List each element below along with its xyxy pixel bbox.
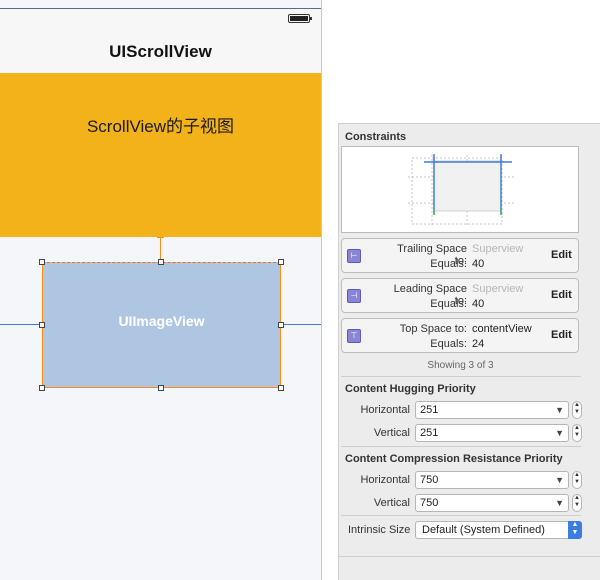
nav-title: UIScrollView [109, 42, 212, 61]
separator [341, 446, 581, 447]
resize-handle-top-right[interactable] [278, 259, 284, 265]
hugging-vertical-dropdown[interactable]: 251 ▼ [415, 424, 569, 442]
constraint-row-leading[interactable]: ⊣ Leading Space to: Superview Equals: 40… [341, 278, 579, 313]
image-view-label: UIImageView [118, 313, 205, 329]
constraint-value: 24 [472, 338, 485, 350]
resize-handle-top[interactable] [158, 259, 164, 265]
chevron-down-icon: ▼ [555, 498, 564, 508]
top-space-constraint-line[interactable] [160, 237, 161, 261]
constraint-row-trailing[interactable]: ⊢ Trailing Space to: Superview Equals: 4… [341, 238, 579, 273]
constraint-target: contentView [472, 323, 532, 335]
dropdown-value: 251 [420, 404, 439, 416]
constraint-equals-label: Equals: [430, 338, 467, 350]
popup-arrows-icon: ▲ ▼ [568, 521, 582, 539]
resize-handle-bottom[interactable] [158, 385, 164, 391]
dropdown-value: 750 [420, 474, 439, 486]
constraint-target: Superview [472, 283, 524, 295]
constraint-value: 40 [472, 298, 485, 310]
hugging-vertical-stepper[interactable]: ▲ ▼ [572, 424, 582, 442]
compression-vertical-label: Vertical [373, 497, 410, 509]
separator [341, 376, 581, 377]
resize-handle-top-left[interactable] [39, 259, 45, 265]
top-space-constraint-cap [157, 237, 164, 238]
content-subview[interactable] [0, 73, 321, 237]
separator [341, 515, 581, 516]
constraint-label: Top Space to: [399, 323, 467, 335]
leading-constraint-icon: ⊣ [347, 289, 361, 303]
hugging-vertical-label: Vertical [373, 427, 410, 439]
compression-section-title: Content Compression Resistance Priority [345, 453, 563, 465]
compression-vertical-stepper[interactable]: ▲ ▼ [572, 494, 582, 512]
chevron-down-icon: ▼ [555, 428, 564, 438]
constraint-row-top[interactable]: ⊤ Top Space to: contentView Equals: 24 E… [341, 318, 579, 353]
compression-horizontal-label: Horizontal [360, 474, 410, 486]
compression-vertical-dropdown[interactable]: 750 ▼ [415, 494, 569, 512]
dropdown-value: 251 [420, 427, 439, 439]
constraints-section-title: Constraints [345, 131, 407, 143]
battery-icon [288, 14, 312, 23]
resize-handle-right[interactable] [278, 322, 284, 328]
hugging-section-title: Content Hugging Priority [345, 383, 476, 395]
constraint-diagram-graphic [408, 154, 514, 227]
resize-handle-left[interactable] [39, 322, 45, 328]
hugging-horizontal-dropdown[interactable]: 251 ▼ [415, 401, 569, 419]
chevron-down-icon: ▼ [555, 475, 564, 485]
hugging-horizontal-stepper[interactable]: ▲ ▼ [572, 401, 582, 419]
intrinsic-size-label: Intrinsic Size [348, 524, 411, 536]
intrinsic-size-popup[interactable]: Default (System Defined) ▲ ▼ [415, 521, 582, 539]
intrinsic-size-value: Default (System Defined) [422, 524, 545, 536]
hugging-horizontal-label: Horizontal [360, 404, 410, 416]
constraint-diagram [341, 146, 579, 233]
constraint-equals-label: Equals: [430, 258, 467, 270]
resize-handle-bottom-right[interactable] [278, 385, 284, 391]
showing-count: Showing 3 of 3 [427, 360, 494, 371]
inspector-top-border [338, 123, 600, 124]
resize-handle-bottom-left[interactable] [39, 385, 45, 391]
content-subview-label: ScrollView的子视图 [86, 117, 235, 136]
compression-horizontal-dropdown[interactable]: 750 ▼ [415, 471, 569, 489]
dropdown-value: 750 [420, 497, 439, 509]
compression-horizontal-stepper[interactable]: ▲ ▼ [572, 471, 582, 489]
leading-constraint-line[interactable] [0, 324, 42, 325]
edit-button[interactable]: Edit [551, 329, 572, 341]
top-constraint-icon: ⊤ [347, 329, 361, 343]
edit-button[interactable]: Edit [551, 289, 572, 301]
constraint-value: 40 [472, 258, 485, 270]
constraint-equals-label: Equals: [430, 298, 467, 310]
chevron-down-icon: ▼ [555, 405, 564, 415]
edit-button[interactable]: Edit [551, 249, 572, 261]
constraint-target: Superview [472, 243, 524, 255]
inspector-bottom-border [338, 556, 600, 557]
trailing-constraint-line[interactable] [281, 324, 321, 325]
trailing-constraint-icon: ⊢ [347, 249, 361, 263]
